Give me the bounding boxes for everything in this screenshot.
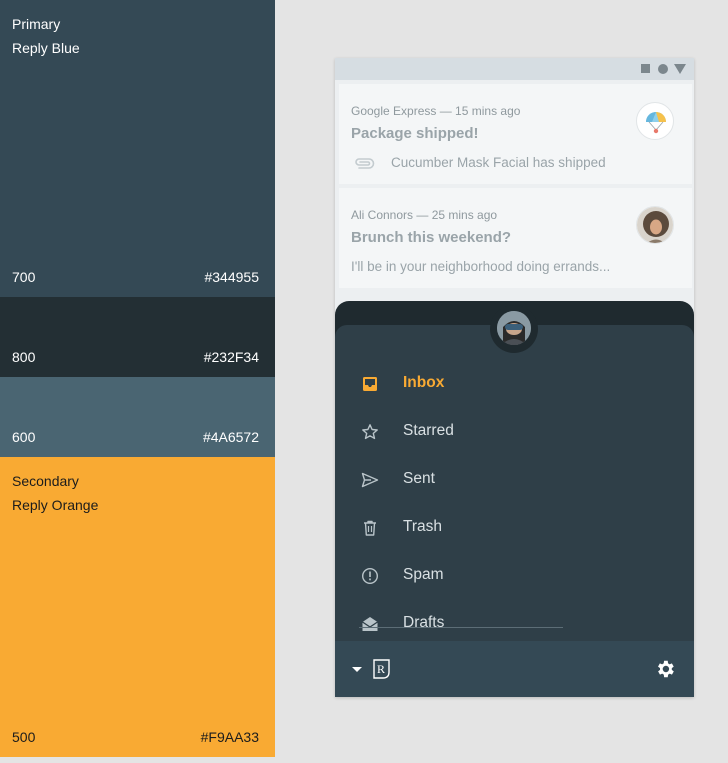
email-subject: Brunch this weekend? (351, 229, 512, 246)
swatch-shade: 600 (12, 429, 36, 445)
spam-icon (361, 567, 379, 585)
bottom-app-bar: R (335, 641, 694, 697)
user-avatar-icon (497, 311, 531, 345)
swatch-shade: 700 (12, 269, 36, 285)
recents-icon (641, 64, 650, 73)
dropdown-caret-icon[interactable] (352, 667, 362, 672)
trash-icon (364, 520, 376, 536)
email-subject: Package shipped! (351, 125, 479, 142)
swatch-primary-600: 600 #4A6572 (0, 377, 275, 457)
nav-item-spam[interactable]: Spam (335, 551, 694, 599)
palette-name-secondary: Reply Orange (12, 497, 99, 513)
swatch-title: Primary Reply Blue (12, 12, 80, 60)
drafts-icon (362, 617, 378, 631)
reply-logo-letter: R (377, 662, 385, 676)
swatch-title: Secondary Reply Orange (12, 469, 98, 517)
nav-item-sent[interactable]: Sent (335, 455, 694, 503)
email-card[interactable]: Ali Connors — 25 mins ago Brunch this we… (339, 188, 692, 288)
inbox-icon (363, 377, 377, 391)
email-card[interactable]: Google Express — 15 mins ago Package shi… (339, 84, 692, 184)
nav-label: Trash (403, 518, 443, 535)
status-bar (335, 58, 694, 80)
swatch-primary-700: Primary Reply Blue 700 #344955 (0, 0, 275, 297)
nav-divider (359, 627, 563, 628)
email-preview: I'll be in your neighborhood doing erran… (351, 259, 611, 274)
settings-icon[interactable] (654, 658, 676, 680)
nav-item-starred[interactable]: Starred (335, 407, 694, 455)
swatch-primary-800: 800 #232F34 (0, 297, 275, 377)
swatch-hex: #232F34 (203, 349, 259, 365)
parachute-avatar (636, 102, 674, 140)
parachute-icon (646, 112, 666, 134)
account-avatar[interactable] (490, 305, 538, 353)
person-avatar (636, 206, 674, 244)
email-meta: Ali Connors — 25 mins ago (351, 208, 498, 222)
email-preview: Cucumber Mask Facial has shipped (391, 155, 606, 170)
navigation-drawer: Inbox Starred Sent Trash Spam Drafts (335, 325, 694, 641)
email-meta: Google Express — 15 mins ago (351, 104, 521, 118)
nav-label: Sent (403, 470, 435, 487)
nav-label: Starred (403, 422, 454, 439)
swatch-shade: 800 (12, 349, 36, 365)
person-photo-icon (637, 207, 673, 243)
palette-role-secondary: Secondary (12, 473, 79, 489)
nav-item-drafts[interactable]: Drafts (335, 599, 694, 647)
nav-label: Drafts (403, 614, 445, 631)
attachment-icon (355, 158, 375, 169)
swatch-hex: #4A6572 (202, 429, 259, 445)
nav-label: Inbox (403, 374, 445, 391)
avatar-photo (497, 311, 531, 345)
nav-label: Spam (403, 566, 444, 583)
home-icon (658, 64, 668, 74)
back-icon (674, 64, 686, 74)
color-palette: Primary Reply Blue 700 #344955 800 #232F… (0, 0, 275, 757)
bottom-sheet: Inbox Starred Sent Trash Spam Drafts R (335, 301, 694, 697)
phone-screen: Google Express — 15 mins ago Package shi… (335, 58, 694, 697)
palette-name-primary: Reply Blue (12, 40, 80, 56)
swatch-hex: #344955 (204, 269, 259, 285)
nav-item-inbox[interactable]: Inbox (335, 359, 694, 407)
palette-role-primary: Primary (12, 16, 61, 32)
reply-logo-icon[interactable]: R (371, 658, 393, 680)
nav-item-trash[interactable]: Trash (335, 503, 694, 551)
swatch-hex: #F9AA33 (200, 729, 259, 745)
star-icon (362, 424, 378, 440)
send-icon (361, 472, 379, 488)
swatch-secondary-500: Secondary Reply Orange 500 #F9AA33 (0, 457, 275, 757)
swatch-shade: 500 (12, 729, 36, 745)
